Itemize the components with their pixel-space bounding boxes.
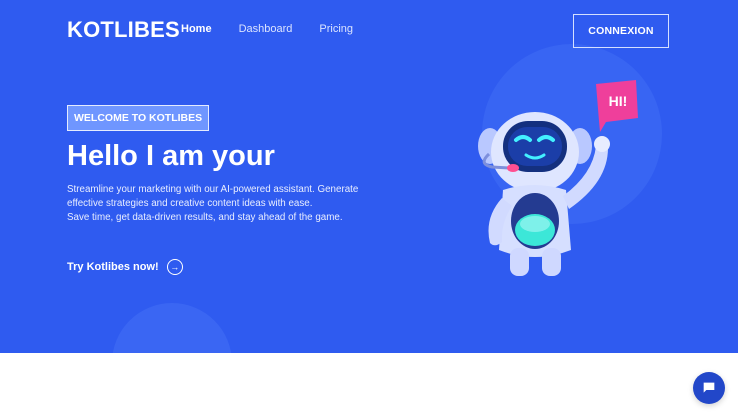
welcome-badge: WELCOME TO KOTLIBES [67, 105, 210, 131]
chat-button[interactable] [693, 372, 725, 404]
nav-item-pricing[interactable]: Pricing [319, 23, 353, 35]
description-line: Save time, get data-driven results, and … [67, 212, 343, 223]
brand-logo[interactable]: KOTLIBES [67, 16, 180, 44]
hero-headline: Hello I am your [67, 140, 275, 172]
hi-sign: HI! [596, 80, 638, 132]
hero-section: KOTLIBES Home Dashboard Pricing CONNEXIO… [0, 0, 738, 353]
robot-illustration: HI! [478, 80, 638, 276]
arrow-right-circle-icon: → [166, 259, 183, 275]
description-line: Streamline your marketing with our AI-po… [67, 184, 359, 195]
nav-item-home[interactable]: Home [181, 23, 212, 35]
hero-description: Streamline your marketing with our AI-po… [67, 183, 427, 225]
chat-icon [703, 382, 715, 393]
connexion-button[interactable]: CONNEXION [573, 14, 669, 48]
main-nav: Home Dashboard Pricing [181, 23, 353, 35]
cta-label: Try Kotlibes now! [67, 261, 159, 273]
decorative-circle [112, 303, 232, 353]
nav-item-dashboard[interactable]: Dashboard [239, 23, 293, 35]
brand-name: KOTLIBES [67, 17, 180, 42]
hi-sign-text: HI! [609, 93, 628, 109]
description-line: effective strategies and creative conten… [67, 198, 313, 209]
content-area [0, 353, 738, 414]
try-kotlibes-link[interactable]: Try Kotlibes now! → [67, 259, 183, 275]
